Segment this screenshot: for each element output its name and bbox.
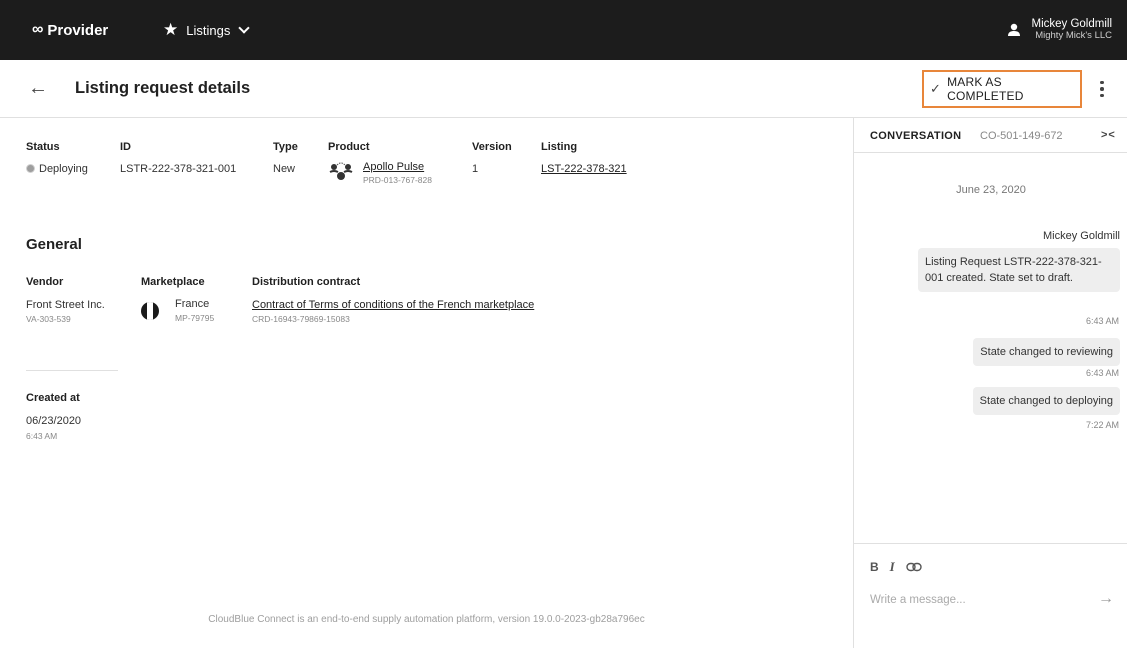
vendor-id: VA-303-539 (26, 314, 71, 324)
conversation-panel: CONVERSATION CO-501-149-672 >< June 23, … (853, 118, 1127, 648)
message-bubble: State changed to reviewing (973, 338, 1120, 366)
message-bubble: State changed to deploying (972, 387, 1120, 415)
brand-logo-icon: ∞ (32, 21, 43, 38)
link-icon[interactable] (906, 562, 922, 572)
message-time: 7:22 AM (1085, 420, 1119, 430)
listing-link[interactable]: LST-222-378-321 (541, 163, 627, 175)
product-id: PRD-013-767-828 (363, 175, 432, 185)
product-logo-icon (329, 162, 353, 180)
status-text: Deploying (39, 163, 88, 175)
marketplace-id: MP-79795 (175, 313, 215, 323)
send-arrow-icon[interactable]: → (1098, 590, 1114, 608)
more-vert-icon[interactable] (1097, 77, 1107, 101)
listings-nav-menu[interactable]: ★ Listings (163, 0, 250, 60)
contract-label: Distribution contract (252, 276, 361, 288)
status-value: Deploying (26, 163, 88, 175)
created-date: 06/23/2020 (26, 415, 82, 427)
back-arrow-icon[interactable]: ← (28, 78, 48, 98)
vendor-label: Vendor (26, 276, 64, 288)
type-value: New (273, 163, 296, 175)
status-label: Status (26, 141, 60, 153)
id-value: LSTR-222-378-321-001 (120, 163, 237, 175)
general-section-title: General (26, 236, 82, 253)
message-time: 6:43 AM (1085, 368, 1119, 378)
version-value: 1 (472, 163, 479, 175)
type-label: Type (273, 141, 298, 153)
italic-format-button[interactable]: I (890, 559, 895, 575)
user-name: Mickey Goldmill (1031, 18, 1112, 30)
contract-id: CRD-16943-79869-15083 (252, 314, 350, 324)
message-time: 6:43 AM (1085, 316, 1119, 326)
message-author: Mickey Goldmill (1042, 230, 1120, 242)
vendor-name: Front Street Inc. (26, 299, 105, 311)
listing-label: Listing (541, 141, 578, 153)
status-dot-icon (26, 164, 35, 173)
bold-format-button[interactable]: B (870, 560, 879, 574)
product-link[interactable]: Apollo Pulse (363, 161, 424, 173)
user-icon (1008, 23, 1021, 36)
mark-as-completed-label: MARK AS COMPLETED (947, 75, 1024, 103)
marketplace-name: France (175, 298, 210, 310)
conversation-header: CONVERSATION CO-501-149-672 >< (854, 118, 1127, 153)
brand[interactable]: ∞ Provider (32, 0, 108, 60)
created-time: 6:43 AM (26, 431, 58, 441)
nav-label: Listings (186, 22, 231, 38)
conversation-title: CONVERSATION (870, 130, 962, 142)
star-icon: ★ (163, 20, 179, 39)
product-label: Product (328, 141, 370, 153)
collapse-panel-icon[interactable]: >< (1101, 129, 1116, 141)
brand-name: Provider (47, 21, 109, 39)
main-content: Status Deploying ID LSTR-222-378-321-001… (0, 118, 853, 648)
id-label: ID (120, 141, 131, 153)
divider (26, 370, 118, 371)
created-at-label: Created at (26, 392, 80, 404)
footer-text: CloudBlue Connect is an end-to-end suppl… (208, 614, 645, 625)
version-label: Version (472, 141, 512, 153)
page-title: Listing request details (75, 79, 251, 97)
message-input[interactable] (870, 594, 1100, 606)
top-bar: ∞ Provider ★ Listings Mickey Goldmill Mi… (0, 0, 1127, 60)
message-editor: B I → (854, 543, 1127, 648)
contract-link[interactable]: Contract of Terms of conditions of the F… (252, 299, 534, 311)
check-icon: ✓ (930, 81, 942, 96)
conversation-date: June 23, 2020 (956, 184, 1026, 196)
page-header: ← Listing request details ✓ MARK AS COMP… (0, 60, 1127, 118)
chevron-down-icon (238, 22, 250, 34)
user-org: Mighty Mick's LLC (1035, 30, 1112, 41)
message-bubble: Listing Request LSTR-222-378-321-001 cre… (918, 248, 1120, 292)
conversation-id: CO-501-149-672 (980, 130, 1063, 142)
france-flag-icon (141, 302, 159, 320)
user-menu[interactable]: Mickey Goldmill Mighty Mick's LLC (1007, 0, 1112, 60)
mark-as-completed-button[interactable]: ✓ MARK AS COMPLETED (922, 70, 1082, 108)
marketplace-label: Marketplace (141, 276, 205, 288)
